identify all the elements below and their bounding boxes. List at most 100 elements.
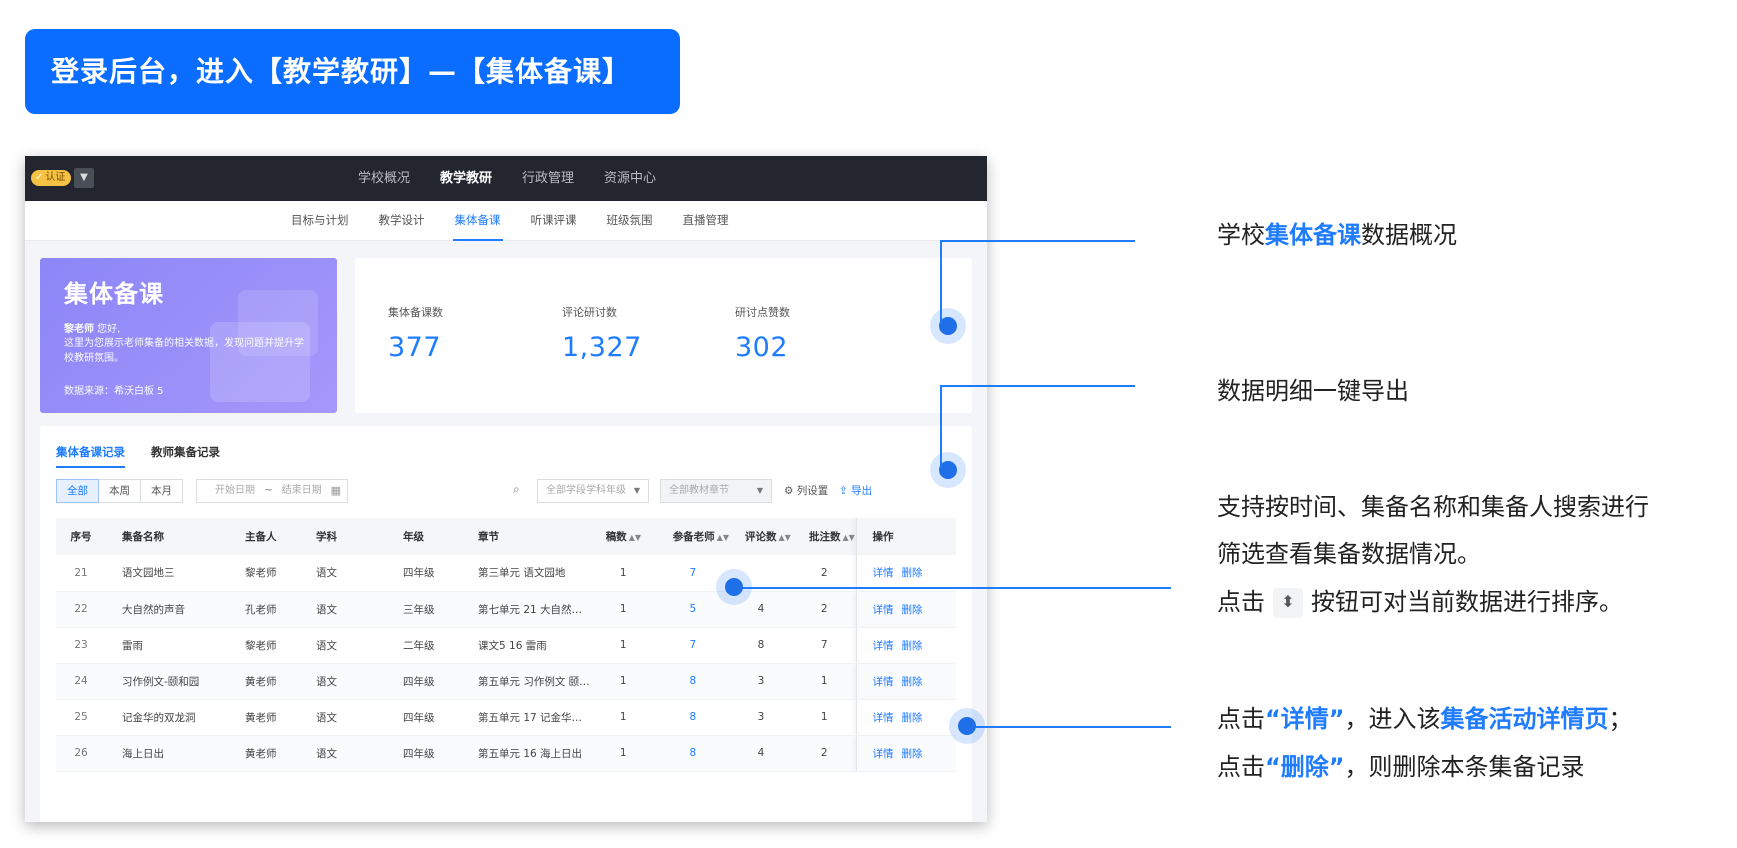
- detail-link[interactable]: 详情: [873, 567, 894, 579]
- detail-link[interactable]: 详情: [873, 676, 894, 688]
- period-week[interactable]: 本周: [99, 479, 141, 503]
- col-subject: 学科: [300, 518, 387, 555]
- callout-line: [733, 587, 1171, 589]
- table-cell: 海上日出: [106, 735, 229, 772]
- period-all[interactable]: 全部: [56, 479, 99, 503]
- sort-icon[interactable]: ▲▼: [843, 533, 855, 542]
- table-cell: 课文5 16 雷雨: [462, 627, 590, 664]
- col-chapter: 章节: [462, 518, 590, 555]
- table-cell: 1: [589, 663, 657, 700]
- callout-line: [940, 240, 1135, 242]
- table-cell: 3: [729, 699, 793, 736]
- title-banner: 登录后台，进入【教学教研】—【集体备课】: [25, 29, 680, 114]
- note-delete: 点击“删除”，则删除本条集备记录: [1217, 753, 1585, 781]
- note-detail: 点击“详情”，进入该集备活动详情页；: [1217, 705, 1633, 733]
- delete-link[interactable]: 删除: [902, 676, 923, 688]
- col-name: 集备名称: [106, 518, 229, 555]
- sort-icon[interactable]: ▲▼: [629, 533, 641, 542]
- subnav-item[interactable]: 教学设计: [379, 201, 425, 239]
- table-cell[interactable]: 8: [656, 735, 729, 772]
- table-cell: 1: [589, 627, 657, 664]
- table-cell: 黄老师: [229, 699, 300, 736]
- table-cell: 7: [793, 627, 856, 664]
- table-row: 23 雷雨 黎老师 语文 二年级 课文5 16 雷雨 1 7 8 7 详情 删除: [56, 627, 956, 664]
- tab-teacher-records[interactable]: 教师集备记录: [151, 444, 220, 468]
- filter-bar: 全部 本周 本月 开始日期 ~ 结束日期 ▦ ⌕ 全部学段学科年级 ▼ 全部教材章…: [56, 479, 956, 503]
- sort-icon[interactable]: ▲▼: [717, 533, 729, 542]
- table-cell: 8: [729, 627, 793, 664]
- detail-link[interactable]: 详情: [873, 712, 894, 724]
- table-cell: 二年级: [387, 627, 462, 664]
- table-cell: 1: [589, 591, 657, 628]
- callout-line: [940, 385, 1135, 387]
- detail-link[interactable]: 详情: [873, 640, 894, 652]
- table-cell: 第五单元 习作例文 颐…: [462, 663, 590, 700]
- table-cell[interactable]: 8: [656, 699, 729, 736]
- table-cell: 三年级: [387, 591, 462, 628]
- table-cell: 黎老师: [229, 627, 300, 664]
- table-row: 22 大自然的声音 孔老师 语文 三年级 第七单元 21 大自然… 1 5 4 2 详情 删除: [56, 591, 956, 628]
- note-export: 数据明细一键导出: [1217, 377, 1409, 405]
- table-cell: 第七单元 21 大自然…: [462, 591, 590, 628]
- subnav-item[interactable]: 集体备课: [452, 201, 503, 241]
- delete-link[interactable]: 删除: [902, 640, 923, 652]
- table-row: 24 习作例文-颐和园 黄老师 语文 四年级 第五单元 习作例文 颐… 1 8 3 1 详情 删除: [56, 663, 956, 700]
- hero-greeting: 黎老师 您好,: [64, 324, 121, 335]
- table-cell: 语文园地三: [106, 555, 229, 592]
- table-cell[interactable]: 7: [656, 627, 729, 664]
- subnav-item[interactable]: 目标与计划: [291, 201, 349, 239]
- table-cell: 语文: [300, 627, 387, 664]
- table-cell: 第五单元 17 记金华…: [462, 699, 590, 736]
- subnav-item[interactable]: 直播管理: [683, 201, 729, 239]
- topnav-item[interactable]: 教学教研: [440, 156, 492, 201]
- table-header-row: 序号 集备名称 主备人 学科 年级 章节 稿数 ▲▼ 参备老师 ▲▼ 评论数 ▲▼ 批…: [56, 518, 956, 555]
- stats-card: 集体备课数 377 评论研讨数 1,327 研讨点赞数 302: [355, 258, 972, 413]
- row-actions: 详情 删除: [855, 699, 956, 736]
- end-date-input[interactable]: 结束日期: [282, 485, 322, 496]
- grade-select[interactable]: 全部学段学科年级 ▼: [537, 479, 649, 503]
- table-cell[interactable]: 8: [656, 663, 729, 700]
- callout-dot: [930, 308, 966, 344]
- tab-group-records[interactable]: 集体备课记录: [56, 444, 125, 468]
- table-cell: 3: [729, 663, 793, 700]
- table-cell: 1: [793, 699, 856, 736]
- col-teachers[interactable]: 参备老师 ▲▼: [656, 518, 729, 555]
- note-sort: 点击 ⬍ 按钮可对当前数据进行排序。: [1217, 588, 1623, 618]
- col-annotations[interactable]: 批注数 ▲▼: [793, 518, 856, 555]
- row-actions: 详情 删除: [855, 591, 956, 628]
- topnav-item[interactable]: 资源中心: [604, 156, 656, 201]
- subnav-item[interactable]: 听课评课: [531, 201, 577, 239]
- export-button[interactable]: ⇪ 导出: [839, 479, 872, 503]
- table-cell: 雷雨: [106, 627, 229, 664]
- chapter-select[interactable]: 全部教材章节 ▼: [660, 479, 772, 503]
- subnav-item[interactable]: 班级氛围: [607, 201, 653, 239]
- period-month[interactable]: 本月: [141, 479, 183, 503]
- gear-icon: ⚙: [784, 485, 794, 497]
- hero-title: 集体备课: [64, 280, 164, 308]
- table-row: 25 记金华的双龙洞 黄老师 语文 四年级 第五单元 17 记金华… 1 8 3 1 详情 删除: [56, 699, 956, 736]
- column-settings-button[interactable]: ⚙ 列设置: [784, 479, 828, 503]
- delete-link[interactable]: 删除: [902, 567, 923, 579]
- detail-link[interactable]: 详情: [873, 604, 894, 616]
- table-cell: 孔老师: [229, 591, 300, 628]
- search-icon[interactable]: ⌕: [513, 482, 520, 497]
- date-range-picker[interactable]: 开始日期 ~ 结束日期 ▦: [196, 479, 348, 503]
- col-comments[interactable]: 评论数 ▲▼: [729, 518, 793, 555]
- caret-down-icon: ▼: [80, 172, 88, 183]
- table-cell: 大自然的声音: [106, 591, 229, 628]
- detail-link[interactable]: 详情: [873, 748, 894, 760]
- table-row: 21 语文园地三 黎老师 语文 四年级 第三单元 语文园地 1 7 2 详情 删除: [56, 555, 956, 592]
- delete-link[interactable]: 删除: [902, 604, 923, 616]
- start-date-input[interactable]: 开始日期: [215, 485, 255, 496]
- table-cell: 黄老师: [229, 663, 300, 700]
- topnav-item[interactable]: 学校概况: [358, 156, 410, 201]
- account-dropdown-button[interactable]: ▼: [74, 168, 94, 188]
- table-cell: 四年级: [387, 663, 462, 700]
- topnav-item[interactable]: 行政管理: [522, 156, 574, 201]
- col-grade: 年级: [387, 518, 462, 555]
- col-drafts[interactable]: 稿数 ▲▼: [589, 518, 657, 555]
- sort-icon[interactable]: ▲▼: [779, 533, 791, 542]
- delete-link[interactable]: 删除: [902, 712, 923, 724]
- period-segmented-control: 全部 本周 本月: [56, 479, 183, 503]
- delete-link[interactable]: 删除: [902, 748, 923, 760]
